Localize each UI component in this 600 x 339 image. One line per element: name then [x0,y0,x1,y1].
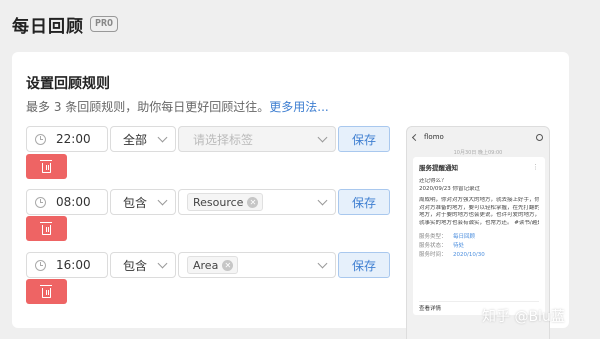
rule-row-1: 22:00 全部 请选择标签 保存 [26,126,396,152]
more-usage-link[interactable]: 更多用法... [269,100,328,114]
tag-select[interactable]: Resource ✕ [178,189,336,215]
match-mode-value: 包含 [123,258,148,273]
notification-line: 2020/09/23 你曾记录过 [419,185,480,192]
match-mode-select[interactable]: 包含 [110,252,176,278]
preview-timestamp: 10月30日 晚上09:00 [453,150,503,156]
remove-tag-icon[interactable]: ✕ [247,196,259,208]
clock-icon [35,133,46,145]
watermark: 知乎 @Blu蓝 [482,309,565,325]
notification-line: 就事实的地方也会有诚实，也常方还。 #读书/越是有读 [419,219,539,226]
match-mode-select[interactable]: 包含 [110,189,176,215]
time-picker[interactable]: 08:00 [26,189,108,215]
section-description-text: 最多 3 条回顾规则，助你每日更好回顾过往。 [26,100,270,114]
chevron-down-icon [317,195,328,206]
rule-row-3: 16:00 包含 Area ✕ 保存 [26,252,396,278]
pro-badge: PRO [90,16,119,32]
notification-title: 服务提醒通知 [419,164,458,172]
tag-select[interactable]: 请选择标签 [178,126,336,152]
chevron-down-icon [157,195,168,206]
clock-icon [35,196,46,208]
tag-chip: Resource ✕ [187,193,264,211]
delete-rule-button[interactable] [26,216,67,241]
match-mode-value: 包含 [123,195,148,210]
delete-rule-button[interactable] [26,279,67,304]
notification-line: 对对方准备的地方，要可以轻松掌握，在先打翻的 [419,204,539,211]
save-button[interactable]: 保存 [338,126,390,152]
trash-icon [40,284,52,298]
chevron-down-icon [157,132,168,143]
save-button[interactable]: 保存 [338,252,390,278]
more-icon: ⋮ [532,163,539,171]
time-value: 22:00 [56,132,91,146]
notification-line: 还记得么？ [419,178,447,184]
meta-value: 2020/10/30 [453,252,485,258]
tag-chip-label: Resource [193,195,244,209]
trash-icon [40,159,52,173]
meta-key: 服务状态： [419,243,447,249]
user-icon [536,133,543,141]
match-mode-select[interactable]: 全部 [110,126,176,152]
notification-card: 服务提醒通知 ⋮ 还记得么？ 2020/09/23 你曾记录过 周成明，你对对方… [413,157,545,315]
back-arrow-icon [411,133,420,141]
chevron-down-icon [317,132,328,143]
remove-tag-icon[interactable]: ✕ [222,259,234,271]
preview-nav-bar: flomo [407,127,549,147]
app-header: 每日回顾 PRO [12,12,119,37]
chevron-down-icon [157,258,168,269]
time-value: 16:00 [56,258,91,272]
meta-key: 服务类型： [419,234,447,240]
notification-meta: 服务类型： 每日回顾 服务状态： 待处 服务时间： 2020/10/30 [419,233,539,260]
notification-line: 周成明，你对对方强大的地方，就去接上好手，你 [419,197,539,203]
notification-line: 地方，对于要的地方也会更说，也许可爱的地方， [419,212,539,218]
meta-value: 待处 [453,243,465,249]
tag-select[interactable]: Area ✕ [178,252,336,278]
clock-icon [35,259,46,271]
time-picker[interactable]: 22:00 [26,126,108,152]
section-title: 设置回顾规则 [26,76,110,92]
meta-value: 每日回顾 [453,234,476,240]
section-description: 最多 3 条回顾规则，助你每日更好回顾过往。更多用法... [26,98,329,115]
review-settings-card: 设置回顾规则 最多 3 条回顾规则，助你每日更好回顾过往。更多用法... 22:… [12,52,569,339]
match-mode-value: 全部 [123,132,148,147]
delete-rule-button[interactable] [26,154,67,179]
trash-icon [40,221,52,235]
tag-chip: Area ✕ [187,256,239,274]
tag-select-placeholder: 请选择标签 [193,132,254,147]
chevron-down-icon [317,258,328,269]
rule-row-2: 08:00 包含 Resource ✕ 保存 [26,189,396,215]
save-button[interactable]: 保存 [338,189,390,215]
preview-app-name: flomo [424,133,444,141]
time-value: 08:00 [56,195,91,209]
tag-chip-label: Area [193,258,219,272]
time-picker[interactable]: 16:00 [26,252,108,278]
app-title: 每日回顾 [12,16,84,37]
meta-key: 服务时间： [419,252,447,258]
